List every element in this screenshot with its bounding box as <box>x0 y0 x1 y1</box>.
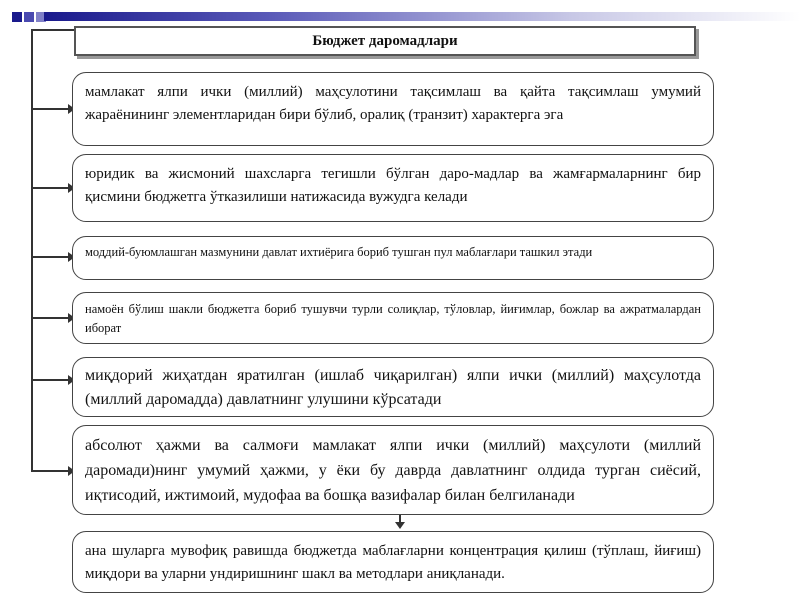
connector-title <box>31 29 75 31</box>
connector-arrow-6 <box>31 466 75 476</box>
definition-text: миқдорий жиҳатдан яратилган (ишлаб чиқар… <box>85 367 701 408</box>
definition-box-7: ана шуларга мувофиқ равишда бюджетда маб… <box>72 531 714 593</box>
definition-box-3: моддий-буюмлашган мазмунини давлат ихтиё… <box>72 236 714 280</box>
decor-square <box>24 12 34 22</box>
connector-arrow-4 <box>31 313 75 323</box>
definition-text: юридик ва жисмоний шахсларга тегишли бўл… <box>85 166 701 205</box>
decor-square <box>12 12 22 22</box>
arrow-down-icon <box>395 522 405 529</box>
definition-box-1: мамлакат ялпи ички (миллий) маҳсулотини … <box>72 72 714 146</box>
definition-text: намоён бўлиш шакли бюджетга бориб тушувч… <box>85 302 701 336</box>
definition-text: ана шуларга мувофиқ равишда бюджетда маб… <box>85 543 701 582</box>
connector-arrow-1 <box>31 104 75 114</box>
definition-box-4: намоён бўлиш шакли бюджетга бориб тушувч… <box>72 292 714 344</box>
definition-box-5: миқдорий жиҳатдан яратилган (ишлаб чиқар… <box>72 357 714 417</box>
connector-arrow-5 <box>31 375 75 385</box>
diagram-title-text: Бюджет даромадлари <box>312 32 458 49</box>
diagram-title: Бюджет даромадлари <box>74 26 696 56</box>
decor-gradient-bar <box>44 12 800 21</box>
definition-text: абсолют ҳажми ва салмоғи мамлакат ялпи и… <box>85 437 701 504</box>
definition-text: моддий-буюмлашган мазмунини давлат ихтиё… <box>85 245 593 259</box>
definition-box-6: абсолют ҳажми ва салмоғи мамлакат ялпи и… <box>72 425 714 515</box>
definition-text: мамлакат ялпи ички (миллий) маҳсулотини … <box>85 84 701 123</box>
connector-arrow-3 <box>31 252 75 262</box>
connector-trunk <box>31 30 33 472</box>
definition-box-2: юридик ва жисмоний шахсларга тегишли бўл… <box>72 154 714 222</box>
connector-arrow-2 <box>31 183 75 193</box>
